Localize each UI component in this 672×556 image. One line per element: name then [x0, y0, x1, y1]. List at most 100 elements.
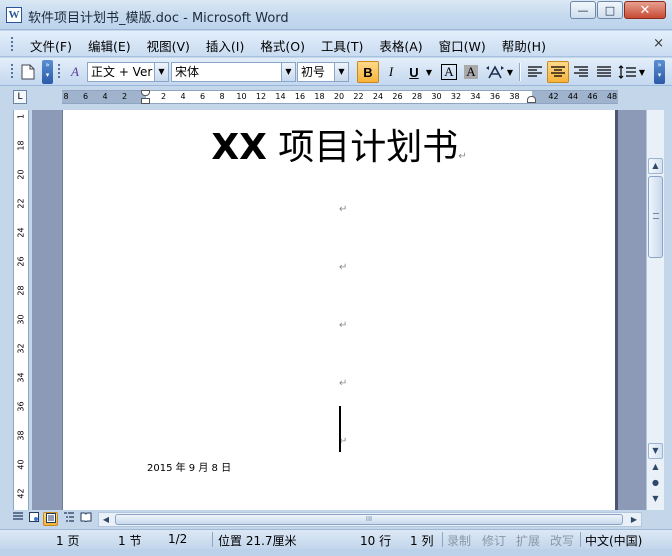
print-layout-view-button[interactable]: [43, 512, 58, 526]
menu-item[interactable]: 表格(A): [371, 36, 430, 55]
menu-item[interactable]: 视图(V): [139, 36, 198, 55]
tab-selector[interactable]: L: [13, 90, 27, 104]
close-button[interactable]: ✕: [624, 1, 666, 19]
italic-button[interactable]: I: [380, 61, 402, 83]
menu-item[interactable]: 格式(O): [252, 36, 313, 55]
select-browse-object-button[interactable]: ●: [648, 476, 663, 492]
menu-item[interactable]: 工具(T): [313, 36, 371, 55]
scroll-down-button[interactable]: ▼: [648, 443, 663, 459]
ruler-tick-label: 16: [294, 92, 306, 101]
scroll-up-button[interactable]: ▲: [648, 158, 663, 174]
vertical-ruler-tick-label: 32: [16, 343, 26, 354]
ruler-tick-label: 8: [219, 92, 225, 101]
align-left-button[interactable]: [524, 61, 546, 83]
right-indent-marker[interactable]: [527, 96, 536, 103]
word-app-icon[interactable]: W: [6, 7, 22, 23]
toolbar-grip[interactable]: [10, 63, 14, 80]
ruler-tick-label: 46: [587, 92, 598, 101]
paragraph-mark: ↵: [339, 378, 348, 389]
align-right-button[interactable]: [570, 61, 592, 83]
horizontal-scrollbar[interactable]: ◀ III ▶: [98, 512, 642, 527]
status-extend[interactable]: 扩展: [516, 532, 540, 549]
vertical-ruler-tick-label: 22: [16, 198, 26, 209]
window-frame-bottom: [0, 549, 672, 556]
ruler-tick-label: 6: [199, 92, 206, 101]
menubar-grip[interactable]: [10, 36, 14, 51]
align-right-icon: [574, 66, 588, 77]
vertical-ruler[interactable]: 1 18 20 22 24 26 28 30 32 34 36 38 40 42: [13, 110, 29, 510]
status-record[interactable]: 录制: [447, 532, 471, 549]
menu-item[interactable]: 插入(I): [198, 36, 252, 55]
ruler-tick-label: 36: [489, 92, 501, 101]
menu-item[interactable]: 编辑(E): [80, 36, 139, 55]
underline-dropdown-chevron-icon[interactable]: ▼: [423, 61, 435, 83]
align-center-button[interactable]: [547, 61, 569, 83]
first-line-indent-marker[interactable]: [141, 90, 150, 96]
vertical-ruler-tick-label: 20: [16, 169, 26, 180]
status-bar: 1 页 1 节 1/2 位置 21.7厘米 10 行 1 列 录制 修订 扩展 …: [0, 529, 672, 549]
vertical-scrollbar[interactable]: ▲ ▼ ▲ ● ▼: [646, 110, 664, 510]
status-column: 1 列: [410, 534, 434, 548]
character-scaling-button[interactable]: [484, 61, 506, 83]
chevron-down-icon[interactable]: ▼: [154, 63, 168, 81]
status-page: 1 页: [56, 534, 80, 548]
status-overtype[interactable]: 改写: [550, 532, 574, 549]
scaling-dropdown-chevron-icon[interactable]: ▼: [504, 61, 516, 83]
outline-view-button[interactable]: [61, 512, 76, 526]
vertical-ruler-tick-label: 1: [16, 113, 26, 120]
ruler-tick-label: 12: [255, 92, 267, 101]
window-title: 软件项目计划书_模版.doc - Microsoft Word: [28, 11, 289, 26]
document-title[interactable]: XX 项目计划书↵: [63, 118, 615, 170]
toolbar-grip-2[interactable]: [57, 63, 61, 80]
document-date[interactable]: 2015 年 9 月 8 日: [147, 459, 231, 474]
style-value: 正文 + Ver: [91, 65, 153, 79]
document-close-button[interactable]: ×: [653, 36, 664, 51]
ruler-tick-label: 2: [121, 92, 128, 101]
menu-item[interactable]: 帮助(H): [494, 36, 554, 55]
document-page[interactable]: XX 项目计划书↵ ↵ ↵ ↵ ↵ ↵ 2015 年 9 月 8 日: [62, 110, 618, 510]
menu-item[interactable]: 窗口(W): [431, 36, 494, 55]
normal-view-icon: [12, 512, 23, 520]
style-combo[interactable]: 正文 + Ver ▼: [87, 62, 169, 82]
line-spacing-chevron-icon[interactable]: ▼: [636, 61, 648, 83]
next-page-button[interactable]: ▼: [648, 492, 663, 508]
font-combo[interactable]: 宋体 ▼: [171, 62, 296, 82]
left-indent-marker[interactable]: [141, 98, 150, 104]
new-document-icon[interactable]: [17, 61, 39, 83]
vertical-ruler-tick-label: 40: [16, 459, 26, 470]
menu-item[interactable]: 文件(F): [22, 36, 80, 55]
font-size-combo[interactable]: 初号 ▼: [297, 62, 349, 82]
underline-button[interactable]: U: [403, 61, 425, 83]
scroll-left-button[interactable]: ◀: [99, 513, 113, 526]
bold-button[interactable]: B: [357, 61, 379, 83]
status-page-of: 1/2: [168, 532, 188, 546]
toolbar-options-chevron-2[interactable]: » ▾: [654, 60, 665, 84]
status-separator: [442, 532, 443, 547]
view-bar: ◀ III ▶: [0, 510, 672, 528]
previous-page-button[interactable]: ▲: [648, 460, 663, 476]
reading-layout-view-button[interactable]: [78, 512, 93, 526]
scrollbar-thumb[interactable]: [648, 176, 663, 258]
maximize-button[interactable]: □: [597, 1, 623, 19]
vertical-ruler-tick-label: 26: [16, 256, 26, 267]
toolbar-options-chevron[interactable]: » ▾: [42, 60, 53, 84]
status-track-changes[interactable]: 修订: [482, 532, 506, 549]
scroll-right-button[interactable]: ▶: [627, 513, 641, 526]
chevron-down-icon[interactable]: ▼: [334, 63, 348, 81]
web-layout-view-button[interactable]: [26, 512, 41, 526]
normal-view-button[interactable]: [10, 512, 25, 526]
text-cursor: [339, 406, 341, 452]
character-shading-button[interactable]: A: [460, 61, 482, 83]
vertical-ruler-tick-label: 34: [16, 372, 26, 383]
chevron-down-icon[interactable]: ▼: [281, 63, 295, 81]
horizontal-ruler[interactable]: 8 6 4 2 2 4 6 8 10 12 14 16 18 20 22 24 26 28 30 32 34 36 38 42…: [62, 90, 618, 104]
horizontal-scrollbar-thumb[interactable]: III: [115, 514, 623, 525]
line-spacing-button[interactable]: [616, 61, 638, 83]
status-language[interactable]: 中文(中国): [585, 532, 642, 549]
justify-button[interactable]: [593, 61, 615, 83]
minimize-button[interactable]: —: [570, 1, 596, 19]
character-border-button[interactable]: A: [438, 61, 460, 83]
styles-and-formatting-icon[interactable]: A: [64, 61, 86, 83]
document-area[interactable]: XX 项目计划书↵ ↵ ↵ ↵ ↵ ↵ 2015 年 9 月 8 日: [32, 110, 646, 510]
ruler-tick-label: 44: [567, 92, 579, 101]
